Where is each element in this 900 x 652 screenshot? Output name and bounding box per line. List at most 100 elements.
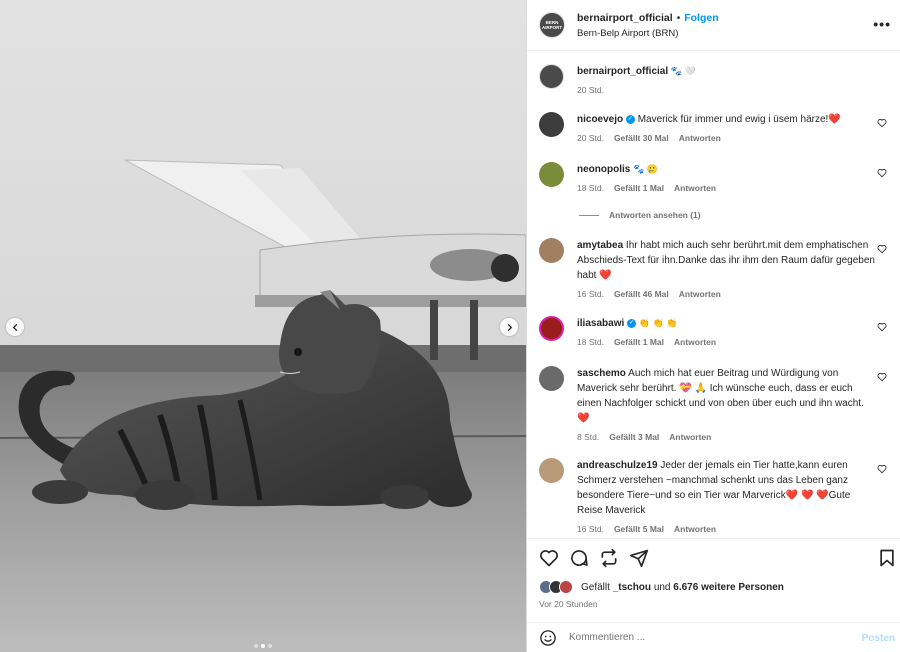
carousel-dot (254, 644, 258, 648)
caption-username[interactable]: bernairport_official (577, 66, 668, 77)
comment-text: 🐾 🥲 (633, 164, 659, 174)
comment-input[interactable] (569, 632, 849, 643)
comment-meta: 8 Std. Gefällt 3 Mal Antworten (577, 430, 877, 445)
comment-item: nicoevejo ✓ Maverick für immer und ewig … (539, 112, 889, 146)
comment-likes[interactable]: Gefällt 30 Mal (614, 131, 669, 146)
likes-middle: und (653, 581, 671, 593)
save-bookmark-icon[interactable] (877, 548, 897, 568)
comment-username[interactable]: nicoevejo (577, 114, 623, 125)
comment-body: iliasabawi ✓ 👏 👏 👏 18 Std. Gefällt 1 Mal… (577, 316, 877, 350)
verified-badge-icon: ✓ (625, 114, 635, 124)
avatar[interactable] (539, 316, 564, 341)
comment-meta: 18 Std. Gefällt 1 Mal Antworten (577, 335, 877, 350)
post-timestamp[interactable]: Vor 20 Stunden (539, 599, 598, 609)
comment-body: andreaschulze19 Jeder der jemals ein Tie… (577, 458, 877, 537)
reply-button[interactable]: Antworten (679, 131, 721, 146)
comment-body: amytabea Ihr habt mich auch sehr berührt… (577, 238, 877, 302)
header-username[interactable]: bernairport_official (577, 12, 673, 24)
comment-item: andreaschulze19 Jeder der jemals ein Tie… (539, 458, 889, 537)
comment-time[interactable]: 18 Std. (577, 335, 604, 350)
comment-body: saschemo Auch mich hat euer Beitrag und … (577, 366, 877, 445)
header-names: bernairport_official • Folgen Bern-Belp Ai… (577, 12, 719, 39)
comment-item: neonopolis 🐾 🥲 18 Std. Gefällt 1 Mal Ant… (539, 162, 889, 196)
replies-line (579, 214, 599, 216)
comment-username[interactable]: neonopolis (577, 164, 630, 175)
cat-airport-photo (0, 0, 526, 652)
header-separator: • (676, 12, 681, 24)
comments-list: bernairport_official 🐾 🤍 20 Std. nicoeve… (527, 52, 900, 538)
view-replies-label: Antworten ansehen (1) (609, 210, 701, 220)
post-image[interactable] (0, 0, 526, 652)
avatar[interactable] (539, 162, 564, 187)
repost-icon[interactable] (599, 548, 619, 568)
comment-likes[interactable]: Gefällt 1 Mal (614, 181, 664, 196)
like-comment-heart-icon[interactable] (877, 168, 887, 178)
comment-username[interactable]: andreaschulze19 (577, 460, 658, 471)
reply-button[interactable]: Antworten (674, 522, 716, 537)
comment-trail: ❤️ (599, 270, 612, 281)
comment-likes[interactable]: Gefällt 3 Mal (609, 430, 659, 445)
likes-prefix: Gefällt (581, 581, 610, 593)
share-send-icon[interactable] (629, 548, 649, 568)
account-avatar[interactable]: BERN AIRPORT (539, 12, 565, 38)
comment-time[interactable]: 16 Std. (577, 287, 604, 302)
comment-body: nicoevejo ✓ Maverick für immer und ewig … (577, 112, 877, 146)
previous-slide-button[interactable] (6, 318, 24, 336)
like-heart-icon[interactable] (539, 548, 559, 568)
action-bar (527, 538, 900, 578)
comment-time[interactable]: 16 Std. (577, 522, 604, 537)
verified-badge-icon: ✓ (627, 318, 637, 328)
avatar[interactable] (539, 458, 564, 483)
comment-meta: 20 Std. Gefällt 30 Mal Antworten (577, 131, 877, 146)
like-comment-heart-icon[interactable] (877, 372, 887, 382)
avatar[interactable] (539, 238, 564, 263)
reply-button[interactable]: Antworten (674, 181, 716, 196)
comment-text: Maverick für immer und ewig i üsem härze… (637, 114, 829, 125)
comment-time[interactable]: 8 Std. (577, 430, 599, 445)
more-options-icon[interactable]: ••• (873, 16, 891, 32)
comment-item: saschemo Auch mich hat euer Beitrag und … (539, 366, 889, 445)
reply-button[interactable]: Antworten (669, 430, 711, 445)
avatar[interactable] (539, 112, 564, 137)
carousel-dot-active (261, 644, 265, 648)
caption-time[interactable]: 20 Std. (577, 83, 604, 98)
comment-time[interactable]: 18 Std. (577, 181, 604, 196)
comment-username[interactable]: amytabea (577, 240, 623, 251)
carousel-dot (268, 644, 272, 648)
avatar[interactable] (539, 64, 564, 89)
view-replies-button[interactable]: Antworten ansehen (1) (579, 210, 701, 220)
comment-likes[interactable]: Gefällt 46 Mal (614, 287, 669, 302)
comment-username[interactable]: saschemo (577, 368, 626, 379)
comment-username[interactable]: iliasabawi (577, 318, 624, 329)
follow-button[interactable]: Folgen (684, 12, 718, 24)
comment-bubble-icon[interactable] (569, 548, 589, 568)
likes-user[interactable]: _tschou (613, 582, 651, 593)
post-location[interactable]: Bern-Belp Airport (BRN) (577, 28, 719, 39)
likes-count[interactable]: 6.676 weitere Personen (673, 582, 784, 593)
caption-text: 🐾 🤍 (670, 66, 696, 76)
like-comment-heart-icon[interactable] (877, 322, 887, 332)
reply-button[interactable]: Antworten (679, 287, 721, 302)
comment-likes[interactable]: Gefällt 5 Mal (614, 522, 664, 537)
comment-likes[interactable]: Gefällt 1 Mal (614, 335, 664, 350)
comment-item: iliasabawi ✓ 👏 👏 👏 18 Std. Gefällt 1 Mal… (539, 316, 889, 350)
like-comment-heart-icon[interactable] (877, 244, 887, 254)
post-comment-button[interactable]: Posten (862, 633, 895, 644)
next-slide-button[interactable] (500, 318, 518, 336)
chevron-right-icon (507, 323, 512, 331)
post-side-panel: BERN AIRPORT bernairport_official • Folgen… (526, 0, 900, 652)
likes-summary[interactable]: Gefällt _tschou und 6.676 weitere Person… (539, 580, 784, 594)
reply-button[interactable]: Antworten (674, 335, 716, 350)
liker-avatar (559, 580, 573, 594)
comment-body: bernairport_official 🐾 🤍 20 Std. (577, 64, 877, 98)
emoji-picker-icon[interactable] (539, 629, 557, 647)
comment-meta: 18 Std. Gefällt 1 Mal Antworten (577, 181, 877, 196)
like-comment-heart-icon[interactable] (877, 464, 887, 474)
like-comment-heart-icon[interactable] (877, 118, 887, 128)
comment-time[interactable]: 20 Std. (577, 131, 604, 146)
comment-body: neonopolis 🐾 🥲 18 Std. Gefällt 1 Mal Ant… (577, 162, 877, 196)
avatar[interactable] (539, 366, 564, 391)
chevron-left-icon (12, 323, 17, 331)
comment-item: amytabea Ihr habt mich auch sehr berührt… (539, 238, 889, 302)
comment-meta: 16 Std. Gefällt 46 Mal Antworten (577, 287, 877, 302)
